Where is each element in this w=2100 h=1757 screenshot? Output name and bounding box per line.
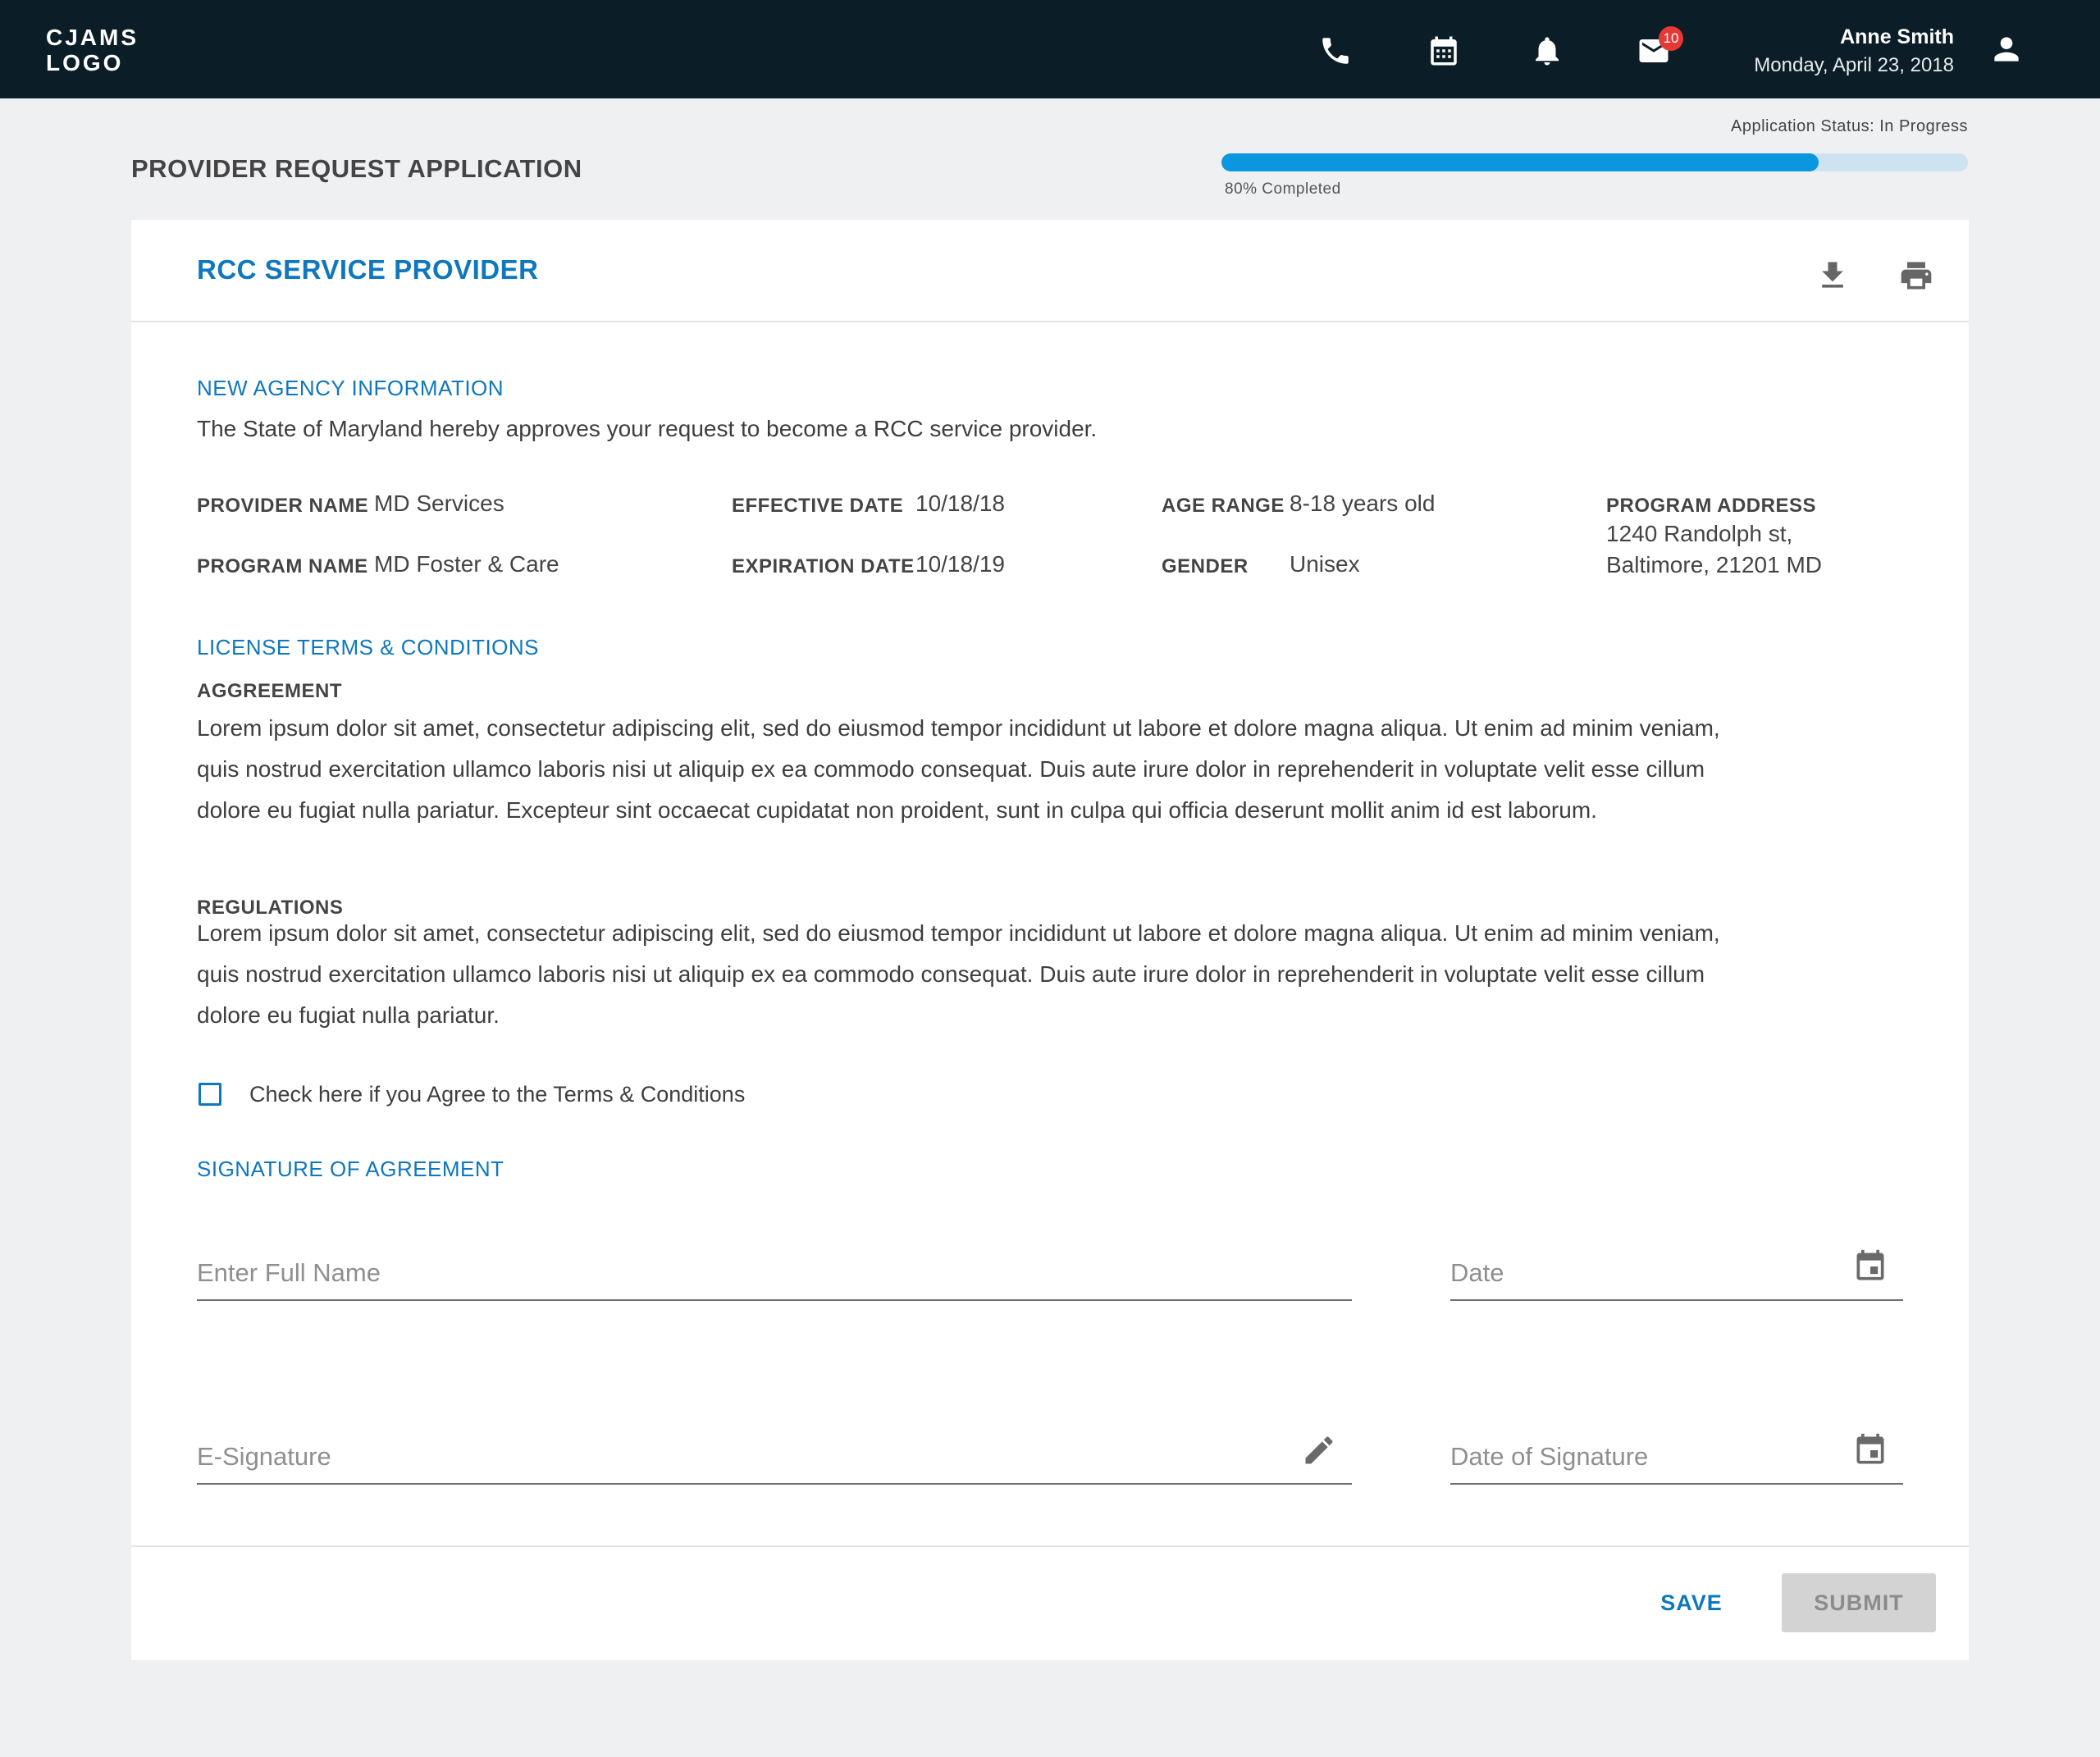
date-input[interactable] (1450, 1258, 1903, 1288)
section-heading-agency: NEW AGENCY INFORMATION (197, 376, 504, 400)
calendar-icon[interactable] (1852, 1432, 1888, 1468)
page-title: PROVIDER REQUEST APPLICATION (131, 154, 582, 183)
program-address-line2: Baltimore, 21201 MD (1606, 552, 1823, 577)
card-header: RCC SERVICE PROVIDER (131, 220, 1969, 322)
date-field[interactable] (1450, 1248, 1903, 1301)
age-range-value: 8-18 years old (1290, 491, 1436, 516)
calendar-icon[interactable] (1852, 1248, 1888, 1285)
application-card: RCC SERVICE PROVIDER NEW AGENCY INFORMAT… (131, 220, 1969, 1660)
agreement-label: AGGREEMENT (197, 680, 343, 702)
progress-label: 80% Completed (1225, 180, 1341, 198)
print-icon[interactable] (1898, 258, 1934, 294)
gender-value: Unisex (1290, 551, 1360, 577)
agreement-line: dolore eu fugiat nulla pariatur. Excepte… (197, 797, 1597, 823)
section-heading-signature: SIGNATURE OF AGREEMENT (197, 1157, 504, 1181)
regulations-line: dolore eu fugiat nulla pariatur. (197, 1002, 500, 1028)
program-name-value: MD Foster & Care (374, 551, 559, 577)
age-range-label: AGE RANGE (1162, 495, 1285, 517)
user-info: Anne Smith Monday, April 23, 2018 (1754, 23, 1954, 80)
date-of-signature-field[interactable] (1450, 1432, 1903, 1485)
provider-name-value: MD Services (374, 491, 504, 516)
program-name-label: PROGRAM NAME (197, 555, 368, 577)
esignature-input[interactable] (197, 1442, 1352, 1472)
expiration-date-value: 10/18/19 (915, 551, 1005, 577)
mail-icon[interactable]: 10 (1636, 26, 1683, 69)
agreement-line: Lorem ipsum dolor sit amet, consectetur … (197, 715, 1720, 741)
logo-line-1: CJAMS (46, 25, 139, 50)
submit-button[interactable]: SUBMIT (1782, 1573, 1936, 1632)
esignature-field[interactable] (197, 1432, 1352, 1485)
expiration-date-label: EXPIRATION DATE (732, 555, 915, 577)
agency-intro: The State of Maryland hereby approves yo… (197, 416, 1098, 441)
regulations-line: quis nostrud exercitation ullamco labori… (197, 961, 1705, 987)
progress-bar (1221, 153, 1968, 171)
program-address-label: PROGRAM ADDRESS (1606, 495, 1816, 517)
card-title: RCC SERVICE PROVIDER (197, 254, 539, 285)
regulations-text: Lorem ipsum dolor sit amet, consectetur … (197, 913, 1920, 1036)
phone-icon[interactable] (1317, 33, 1354, 69)
agree-terms-checkbox[interactable] (199, 1083, 221, 1106)
save-button[interactable]: SAVE (1626, 1573, 1757, 1632)
agree-terms-checkbox-row[interactable]: Check here if you Agree to the Terms & C… (199, 1078, 745, 1111)
user-name: Anne Smith (1840, 25, 1954, 48)
progress-bar-fill (1221, 153, 1819, 171)
mail-count-badge: 10 (1659, 26, 1683, 51)
calendar-icon[interactable] (1426, 33, 1462, 69)
agree-terms-label[interactable]: Check here if you Agree to the Terms & C… (249, 1082, 745, 1107)
bell-icon[interactable] (1529, 33, 1565, 69)
agreement-line: quis nostrud exercitation ullamco labori… (197, 756, 1705, 782)
effective-date-value: 10/18/18 (915, 491, 1005, 516)
logo-line-2: LOGO (46, 50, 124, 75)
full-name-input[interactable] (197, 1258, 1352, 1288)
effective-date-label: EFFECTIVE DATE (732, 495, 904, 517)
pencil-icon[interactable] (1301, 1432, 1337, 1468)
application-status: Application Status: In Progress (1731, 117, 1968, 135)
program-address-line1: 1240 Randolph st, (1606, 521, 1793, 546)
gender-label: GENDER (1162, 555, 1249, 577)
provider-name-label: PROVIDER NAME (197, 495, 369, 517)
current-date: Monday, April 23, 2018 (1754, 54, 1954, 76)
agreement-text: Lorem ipsum dolor sit amet, consectetur … (197, 708, 1920, 831)
regulations-line: Lorem ipsum dolor sit amet, consectetur … (197, 920, 1720, 946)
section-heading-license: LICENSE TERMS & CONDITIONS (197, 635, 540, 659)
full-name-field[interactable] (197, 1248, 1352, 1301)
card-footer-divider (131, 1545, 1969, 1547)
download-icon[interactable] (1815, 258, 1851, 294)
date-of-signature-input[interactable] (1450, 1442, 1903, 1472)
app-logo[interactable]: CJAMS LOGO (46, 25, 139, 75)
account-icon[interactable] (1988, 31, 2025, 67)
top-app-bar: CJAMS LOGO 10 Anne Smith Monday, April 2… (0, 0, 2100, 98)
